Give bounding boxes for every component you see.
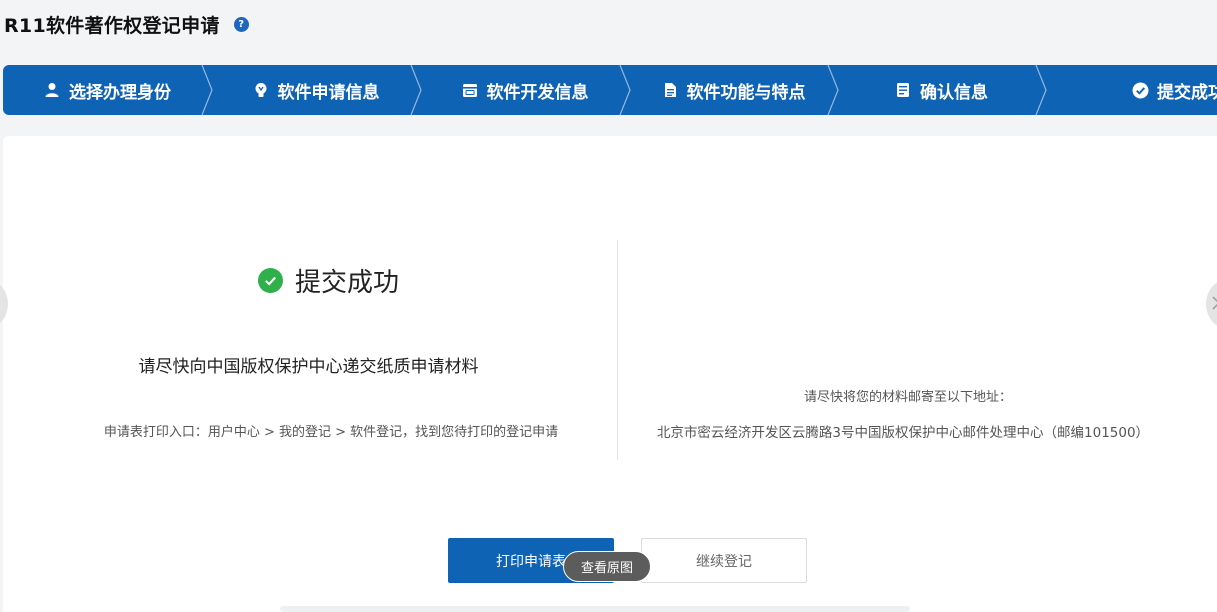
page: R11软件著作权登记申请 ? 选择办理身份 软件申请信息 软件开发信息 软件功能…: [0, 0, 1217, 612]
help-icon[interactable]: ?: [233, 16, 249, 32]
step-software-development-info: 软件开发信息: [420, 65, 631, 115]
step-label: 确认信息: [920, 82, 988, 103]
check-circle-icon: [1131, 81, 1149, 99]
page-header: R11软件著作权登记申请 ?: [4, 10, 249, 38]
chevron-right-icon: [1212, 296, 1217, 310]
success-check-icon: [258, 267, 283, 293]
step-software-features: 软件功能与特点: [629, 65, 839, 115]
step-label: 软件功能与特点: [686, 82, 806, 103]
print-entry-hint: 申请表打印入口：用户中心 > 我的登记 > 软件登记，找到您待打印的登记申请: [103, 425, 559, 440]
success-heading: 提交成功: [258, 262, 399, 298]
step-software-application-info: 软件申请信息: [211, 65, 422, 115]
bottom-panel-edge: [280, 606, 910, 612]
submission-instruction: 请尽快向中国版权保护中心递交纸质申请材料: [138, 357, 479, 377]
step-label: 软件申请信息: [277, 82, 380, 103]
page-title: R11软件著作权登记申请: [4, 14, 220, 37]
mailing-address: 北京市密云经济开发区云腾路3号中国版权保护中心邮件处理中心（邮编101500）: [656, 425, 1150, 441]
step-confirm-info: 确认信息: [837, 65, 1047, 115]
lightbulb-icon: [252, 81, 270, 99]
view-original-tooltip[interactable]: 查看原图: [563, 551, 651, 582]
step-progress-bar: 选择办理身份 软件申请信息 软件开发信息 软件功能与特点 确认信息 提交成功: [3, 65, 1217, 115]
step-label: 软件开发信息: [486, 82, 589, 103]
document-icon: [661, 81, 679, 99]
step-select-identity: 选择办理身份: [3, 65, 213, 115]
step-submit-success: 提交成功: [1045, 65, 1217, 115]
step-label: 提交成功: [1157, 82, 1217, 103]
success-title: 提交成功: [295, 267, 400, 298]
continue-registration-button[interactable]: 继续登记: [641, 538, 807, 583]
calendar-icon: [461, 81, 479, 99]
user-icon: [43, 81, 61, 99]
id-card-icon: [894, 81, 912, 99]
mail-hint: 请尽快将您的材料邮寄至以下地址：: [803, 390, 1012, 405]
step-label: 选择办理身份: [69, 82, 171, 103]
